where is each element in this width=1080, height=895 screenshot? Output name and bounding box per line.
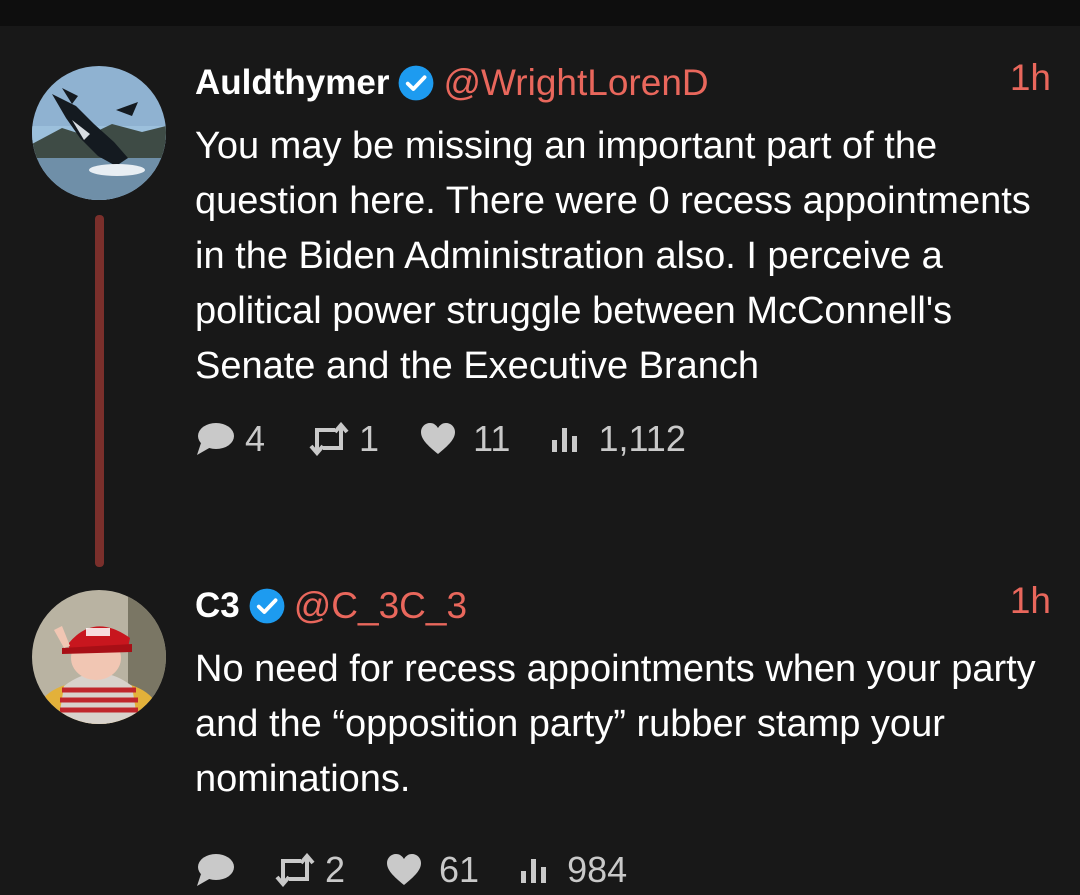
reply-button[interactable]: 4 [195,418,265,460]
avatar[interactable] [32,590,166,724]
views-chart-icon [552,428,578,452]
view-count: 984 [567,849,628,890]
tweet-actions: 2 61 984 [195,845,1055,895]
tweet-text: No need for recess appointments when you… [195,648,1036,800]
status-bar [0,0,1080,26]
verified-badge-icon [249,588,285,624]
like-button[interactable]: 11 [419,418,510,460]
avatar[interactable] [32,66,166,200]
views-chart-icon [521,859,547,883]
retweet-count: 1 [359,418,380,459]
like-count: 11 [473,418,511,459]
tweet[interactable]: C3 @C_3C_3 1h No need for recess appoint… [195,578,1055,895]
tweet[interactable]: Auldthymer @WrightLorenD 1h You may be m… [195,55,1055,464]
comment-icon [197,854,234,886]
retweet-button[interactable]: 1 [309,418,379,460]
display-name[interactable]: C3 [195,586,240,626]
child-red-cap-photo-icon [32,590,166,724]
tweet-text: You may be missing an important part of … [195,125,1031,387]
view-count: 1,112 [598,418,686,459]
heart-icon [387,854,422,885]
heart-icon [421,423,456,454]
retweet-button[interactable]: 2 [275,849,345,891]
timestamp[interactable]: 1h [1010,580,1051,622]
whale-breach-photo-icon [32,66,166,200]
display-name[interactable]: Auldthymer [195,63,389,103]
views-button[interactable]: 984 [519,849,627,891]
thread-connector-line [95,215,104,567]
verified-badge-icon [399,65,434,101]
retweet-count: 2 [325,849,346,890]
comment-icon [197,423,234,455]
tweet-header: C3 @C_3C_3 1h [195,578,1055,634]
like-button[interactable]: 61 [385,849,479,891]
like-count: 61 [439,849,480,890]
user-handle[interactable]: @WrightLorenD [443,62,708,104]
reply-button[interactable] [195,852,235,888]
views-button[interactable]: 1,112 [550,418,686,460]
retweet-icon [275,853,315,887]
tweet-actions: 4 1 11 1,112 [195,414,1055,464]
tweet-header: Auldthymer @WrightLorenD 1h [195,55,1055,111]
timestamp[interactable]: 1h [1010,57,1051,99]
reply-count: 4 [245,418,266,459]
retweet-icon [309,422,349,456]
user-handle[interactable]: @C_3C_3 [294,585,467,627]
